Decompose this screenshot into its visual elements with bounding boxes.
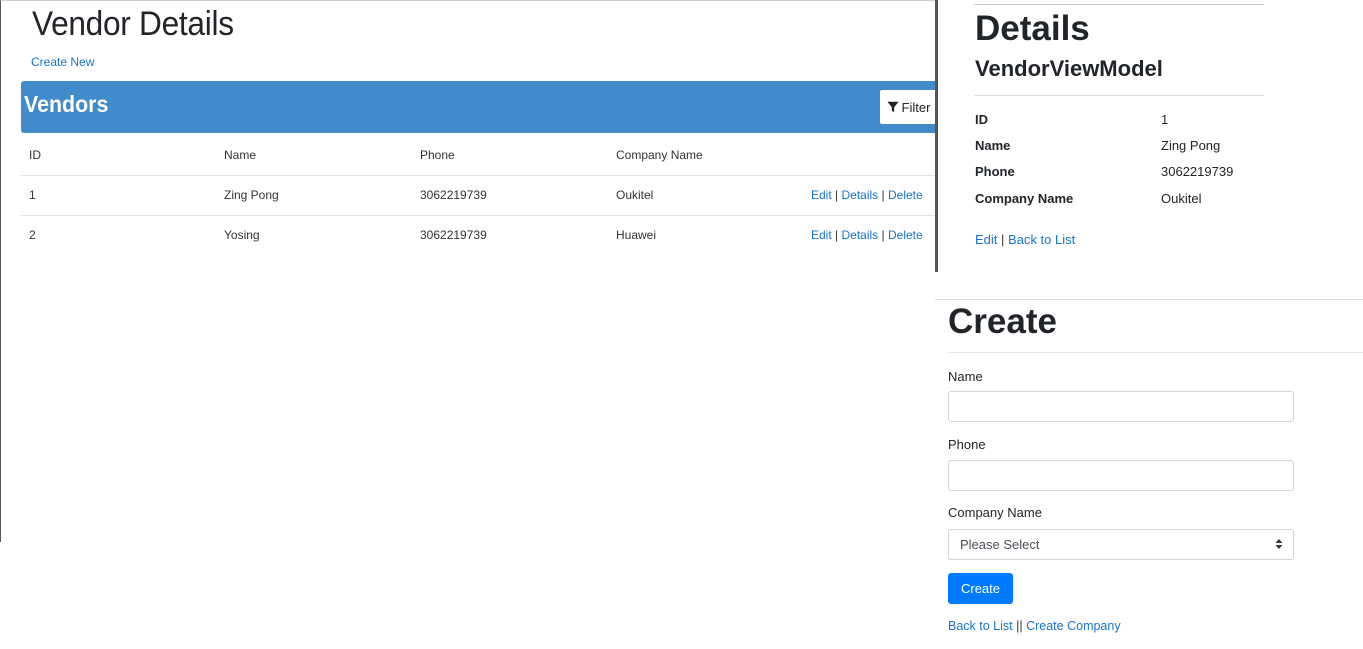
cell-company: Oukitel (616, 188, 654, 202)
select-arrows-icon (1275, 539, 1283, 549)
divider (974, 95, 1264, 96)
detail-value: 3062219739 (1161, 164, 1234, 179)
edit-link[interactable]: Edit (811, 228, 832, 242)
filter-button-label: Filter (901, 99, 931, 115)
company-name-select[interactable]: Please Select (948, 529, 1294, 560)
cell-actions: Edit | Details | Delete (804, 215, 937, 255)
table-row: 2 Yosing 3062219739 Huawei Edit | Detail… (21, 215, 937, 255)
create-panel: Create Name Phone Company Name Please Se… (935, 299, 1363, 649)
divider (948, 352, 1363, 353)
name-label: Name (948, 369, 983, 384)
phone-label: Phone (948, 437, 986, 452)
detail-label: Phone (975, 164, 1015, 179)
vendor-table: ID Name Phone Company Name 1 Zing Pong 3… (21, 135, 937, 255)
separator: | (835, 188, 839, 202)
detail-label: Company Name (975, 191, 1074, 206)
separator: || (1016, 619, 1023, 633)
details-link[interactable]: Details (842, 188, 879, 202)
back-to-list-link[interactable]: Back to List (948, 619, 1013, 633)
create-new-link[interactable]: Create New (31, 55, 94, 69)
cell-company: Huawei (616, 228, 657, 243)
column-header-name: Name (224, 147, 257, 162)
column-header-id: ID (29, 147, 41, 162)
separator: | (881, 188, 885, 202)
edit-link[interactable]: Edit (811, 188, 832, 202)
delete-link[interactable]: Delete (888, 228, 923, 242)
delete-link[interactable]: Delete (888, 188, 923, 202)
company-name-label: Company Name (948, 505, 1042, 520)
separator: | (1001, 232, 1005, 247)
back-to-list-link[interactable]: Back to List (1008, 232, 1075, 247)
detail-label: ID (975, 112, 988, 127)
separator: | (881, 228, 885, 243)
separator: | (835, 228, 839, 243)
filter-icon (887, 101, 899, 113)
table-header-row: ID Name Phone Company Name (21, 135, 937, 175)
create-title: Create (948, 302, 1057, 341)
phone-input[interactable] (948, 460, 1294, 491)
vendors-panel-header: Vendors Filter (21, 81, 937, 133)
cell-id: 2 (29, 228, 36, 243)
cell-name: Zing Pong (224, 188, 279, 202)
details-links: Edit | Back to List (975, 232, 1075, 247)
vendor-list-panel: Vendor Details Create New Vendors Filter… (0, 0, 937, 542)
column-header-actions (804, 135, 937, 175)
column-header-phone: Phone (420, 147, 455, 162)
cell-id: 1 (29, 188, 36, 202)
cell-actions: Edit | Details | Delete (804, 175, 937, 215)
filter-button[interactable]: Filter (880, 90, 937, 124)
details-title: Details (975, 9, 1090, 48)
cell-name: Yosing (224, 228, 260, 243)
create-links: Back to List || Create Company (948, 619, 1121, 633)
detail-value: Zing Pong (1161, 138, 1221, 153)
cell-phone: 3062219739 (420, 188, 487, 202)
edit-link[interactable]: Edit (975, 232, 997, 247)
detail-value: 1 (1161, 112, 1169, 127)
details-link[interactable]: Details (842, 228, 879, 242)
vendors-panel-title: Vendors (24, 91, 109, 117)
page-title: Vendor Details (32, 5, 234, 43)
column-header-company: Company Name (616, 147, 703, 162)
detail-value: Oukitel (1161, 191, 1202, 206)
create-company-link[interactable]: Create Company (1026, 619, 1121, 633)
company-select-value: Please Select (960, 537, 1040, 552)
details-panel: Details VendorViewModel ID 1 Name Zing P… (935, 0, 1363, 272)
divider (974, 4, 1264, 5)
detail-label: Name (975, 138, 1011, 153)
cell-phone: 3062219739 (420, 228, 487, 243)
name-input[interactable] (948, 391, 1294, 422)
create-button[interactable]: Create (948, 573, 1013, 604)
table-row: 1 Zing Pong 3062219739 Oukitel Edit | De… (21, 175, 937, 215)
details-subtitle: VendorViewModel (975, 56, 1163, 81)
